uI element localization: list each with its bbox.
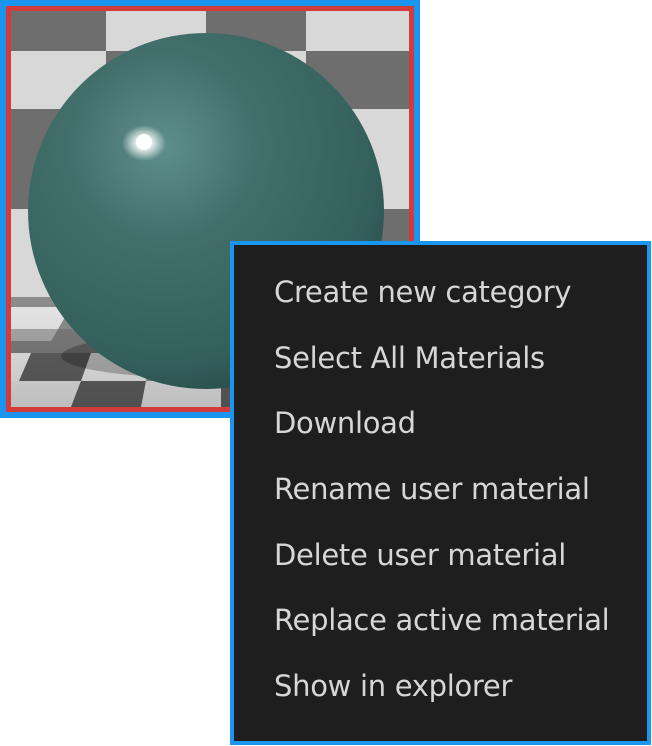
menu-item-download[interactable]: Download [234,408,647,474]
context-menu: Create new category Select All Materials… [230,241,651,745]
menu-item-rename-user-material[interactable]: Rename user material [234,474,647,540]
menu-item-delete-user-material[interactable]: Delete user material [234,540,647,606]
menu-item-replace-active-material[interactable]: Replace active material [234,605,647,671]
menu-item-select-all-materials[interactable]: Select All Materials [234,343,647,409]
menu-item-create-new-category[interactable]: Create new category [234,277,647,343]
menu-item-show-in-explorer[interactable]: Show in explorer [234,671,647,737]
